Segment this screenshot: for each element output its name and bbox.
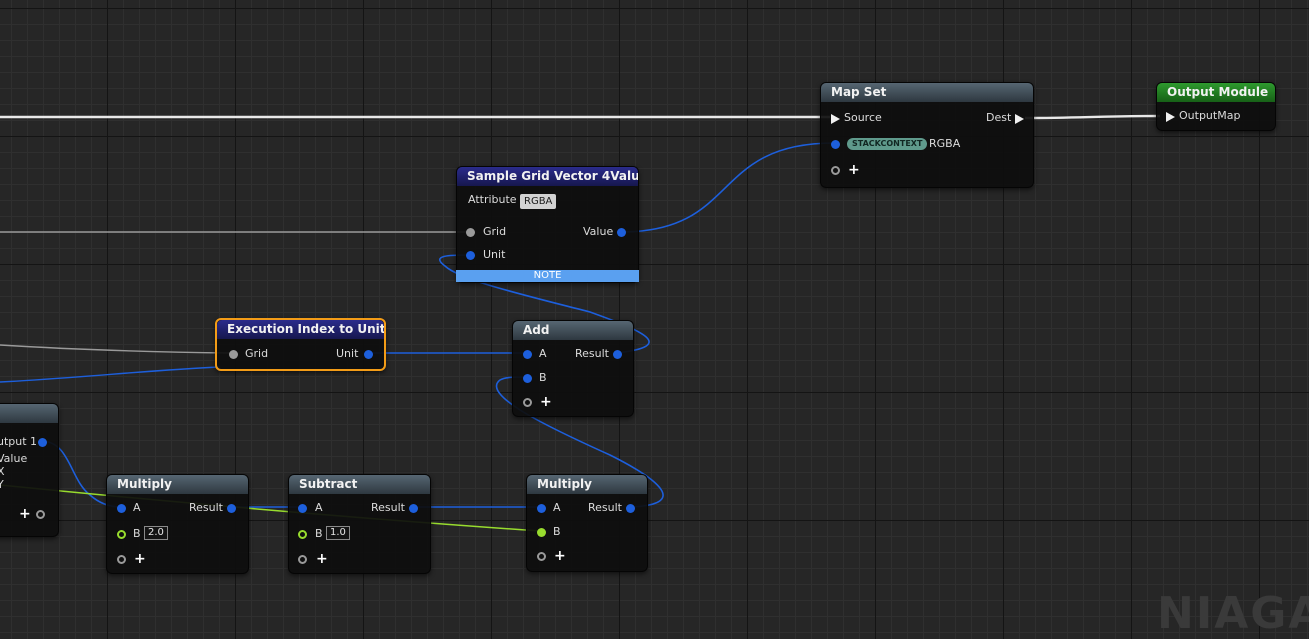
pin-grid[interactable] bbox=[466, 228, 475, 237]
pin-a[interactable] bbox=[523, 350, 532, 359]
pin-label-a: A bbox=[553, 501, 561, 514]
pin-label-b: B bbox=[315, 527, 323, 540]
node-map-set[interactable]: Map Set Source Dest STACKCONTEXT RGBA + bbox=[820, 82, 1034, 188]
pin-label-unit: Unit bbox=[336, 347, 359, 360]
pin-a[interactable] bbox=[537, 504, 546, 513]
pin-label-rgba: RGBA bbox=[929, 137, 961, 150]
attribute-label: Attribute bbox=[468, 193, 517, 206]
node-subtract[interactable]: Subtract A Result B 1.0 + bbox=[288, 474, 431, 574]
pin-label-grid: Grid bbox=[483, 225, 507, 238]
pin-unit[interactable] bbox=[364, 350, 373, 359]
pin-label-b: B bbox=[133, 527, 141, 540]
pin-label-source: Source bbox=[844, 111, 882, 124]
pin-result[interactable] bbox=[613, 350, 622, 359]
node-execution-index-to-unit[interactable]: Execution Index to Unit Grid Unit bbox=[215, 318, 386, 371]
node-title: Add bbox=[513, 321, 633, 340]
pin-result[interactable] bbox=[227, 504, 236, 513]
b-value-input[interactable]: 1.0 bbox=[326, 526, 350, 540]
pin-label-output-map: OutputMap bbox=[1179, 109, 1241, 122]
b-value-input[interactable]: 2.0 bbox=[144, 526, 168, 540]
node-title: Subtract bbox=[289, 475, 430, 494]
node-output-module[interactable]: Output Module OutputMap bbox=[1156, 82, 1276, 131]
pin-label-a: A bbox=[133, 501, 141, 514]
exec-pin-output-map[interactable] bbox=[1166, 112, 1175, 122]
add-pin-plus-icon[interactable]: + bbox=[540, 395, 552, 409]
node-title: Multiply bbox=[527, 475, 647, 494]
pin-b[interactable] bbox=[537, 528, 546, 537]
pin-b[interactable] bbox=[298, 530, 307, 539]
label-x: X bbox=[0, 465, 5, 478]
pin-label-b: B bbox=[539, 371, 547, 384]
pin-add[interactable] bbox=[36, 510, 45, 519]
add-pin-plus-icon[interactable]: + bbox=[554, 549, 566, 563]
pin-label-grid: Grid bbox=[245, 347, 269, 360]
wire-vector-to-mult-b[interactable] bbox=[0, 484, 541, 532]
node-add[interactable]: Add A Result B + bbox=[512, 320, 634, 417]
add-pin-plus-icon[interactable]: + bbox=[316, 552, 328, 566]
label-y: Y bbox=[0, 478, 4, 491]
exec-pin-source[interactable] bbox=[831, 114, 840, 124]
pin-unit[interactable] bbox=[466, 251, 475, 260]
wire-grid-to-exec[interactable] bbox=[0, 344, 233, 354]
wire-left-to-exec[interactable] bbox=[0, 366, 221, 383]
pin-label-a: A bbox=[315, 501, 323, 514]
add-pin-plus-icon[interactable]: + bbox=[848, 163, 860, 177]
node-title: Multiply bbox=[107, 475, 248, 494]
wire-value-to-mapset[interactable] bbox=[620, 142, 835, 233]
pin-grid[interactable] bbox=[229, 350, 238, 359]
pin-b[interactable] bbox=[523, 374, 532, 383]
pin-label-unit: Unit bbox=[483, 248, 506, 261]
pin-value[interactable] bbox=[617, 228, 626, 237]
node-title: Output Module bbox=[1157, 83, 1275, 102]
pin-rgba[interactable] bbox=[831, 140, 840, 149]
pin-add[interactable] bbox=[298, 555, 307, 564]
node-sample-grid-vector[interactable]: Sample Grid Vector 4Value Attribute RGBA… bbox=[456, 166, 639, 283]
node-title: Map Set bbox=[821, 83, 1033, 102]
pin-result[interactable] bbox=[409, 504, 418, 513]
exec-wire-out[interactable] bbox=[1024, 114, 1161, 120]
node-title: Execution Index to Unit bbox=[217, 320, 384, 339]
exec-pin-dest[interactable] bbox=[1015, 114, 1024, 124]
pin-label-dest: Dest bbox=[986, 111, 1012, 124]
pin-b[interactable] bbox=[117, 530, 126, 539]
pin-label-output: utput 1 bbox=[0, 435, 38, 448]
pin-label-a: A bbox=[539, 347, 547, 360]
add-pin-plus-icon[interactable]: + bbox=[134, 552, 146, 566]
pin-label-result: Result bbox=[371, 501, 405, 514]
pin-add[interactable] bbox=[523, 398, 532, 407]
pin-a[interactable] bbox=[117, 504, 126, 513]
pin-output[interactable] bbox=[38, 438, 47, 447]
add-pin-plus-icon[interactable]: + bbox=[19, 507, 31, 521]
pin-label-result: Result bbox=[189, 501, 223, 514]
pin-label-value: Value bbox=[583, 225, 614, 238]
stackcontext-chip: STACKCONTEXT bbox=[847, 138, 928, 150]
pin-label-result: Result bbox=[575, 347, 609, 360]
pin-add[interactable] bbox=[117, 555, 126, 564]
niagara-watermark: NIAGA bbox=[1157, 588, 1309, 639]
pin-a[interactable] bbox=[298, 504, 307, 513]
note-bar[interactable]: NOTE bbox=[456, 270, 639, 282]
node-multiply-1[interactable]: Multiply A Result B 2.0 + bbox=[106, 474, 249, 574]
node-title: Sample Grid Vector 4Value bbox=[457, 167, 638, 186]
pin-label-result: Result bbox=[588, 501, 622, 514]
node-left-partial[interactable]: utput 1 Value X Y + bbox=[0, 403, 59, 537]
node-title bbox=[0, 404, 58, 423]
pin-result[interactable] bbox=[626, 504, 635, 513]
pin-label-b: B bbox=[553, 525, 561, 538]
pin-add[interactable] bbox=[831, 166, 840, 175]
attribute-value[interactable]: RGBA bbox=[520, 194, 557, 209]
node-multiply-2[interactable]: Multiply A Result B + bbox=[526, 474, 648, 572]
label-value: Value bbox=[0, 452, 28, 465]
pin-add[interactable] bbox=[537, 552, 546, 561]
